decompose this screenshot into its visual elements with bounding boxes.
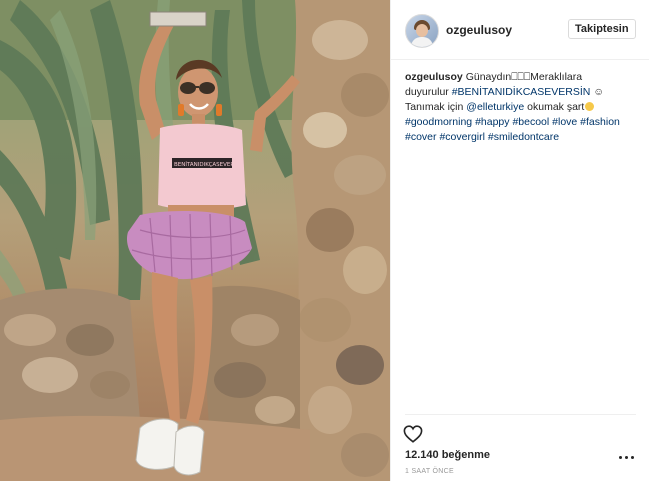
post-caption: ozgeulusoy Günaydın⎕⎕⎕Meraklılara duyuru… (405, 70, 623, 145)
caption-username[interactable]: ozgeulusoy (405, 71, 463, 83)
hashtag-link[interactable]: #covergirl (439, 131, 485, 143)
avatar[interactable] (405, 14, 439, 48)
following-button[interactable]: Takiptesin (568, 19, 636, 39)
hashtag-link[interactable]: #love (552, 116, 577, 128)
caption-missing-glyphs: ⎕⎕⎕ (511, 71, 531, 83)
ellipsis-dot (625, 456, 628, 459)
ellipsis-dot (619, 456, 622, 459)
actions-divider (405, 414, 636, 415)
caption-symbol: ☺ (593, 86, 605, 98)
ellipsis-dot (631, 456, 634, 459)
caption-text-greeting: Günaydın (465, 71, 512, 83)
hashtag-link[interactable]: #cover (405, 131, 437, 143)
hashtag-link[interactable]: #fashion (580, 116, 620, 128)
hashtag-link[interactable]: #smiledontcare (488, 131, 559, 143)
heart-icon[interactable] (403, 425, 423, 443)
likes-count[interactable]: 12.140 beğenme (405, 449, 490, 461)
hashtag-link[interactable]: #BENİTANIDİKCASEVERSİN (452, 86, 591, 98)
post-sidebar: ozgeulusoy Takiptesin ozgeulusoy Günaydı… (390, 0, 649, 481)
hashtag-link[interactable]: #happy (475, 116, 509, 128)
mention-link[interactable]: @elleturkiye (466, 101, 524, 113)
hashtag-link[interactable]: #goodmorning (405, 116, 472, 128)
smile-emoji-icon (585, 102, 595, 111)
post-timestamp[interactable]: 1 SAAT ÖNCE (405, 468, 454, 475)
photo-illustration: BENİTANIDIKÇASEVERSİN (0, 0, 390, 481)
avatar-face-shape (416, 24, 428, 37)
shirt-print-text: BENİTANIDIKÇASEVERSİN (174, 161, 243, 168)
caption-text-okumak: okumak şart (527, 101, 585, 113)
post-header: ozgeulusoy Takiptesin (391, 0, 649, 60)
caption-text-tanimak: Tanımak için (405, 101, 464, 113)
header-username[interactable]: ozgeulusoy (446, 23, 512, 37)
hashtag-link[interactable]: #becool (512, 116, 549, 128)
post-photo[interactable]: BENİTANIDIKÇASEVERSİN (0, 0, 390, 481)
ellipsis-icon[interactable] (619, 452, 635, 462)
avatar-body-shape (411, 37, 433, 47)
